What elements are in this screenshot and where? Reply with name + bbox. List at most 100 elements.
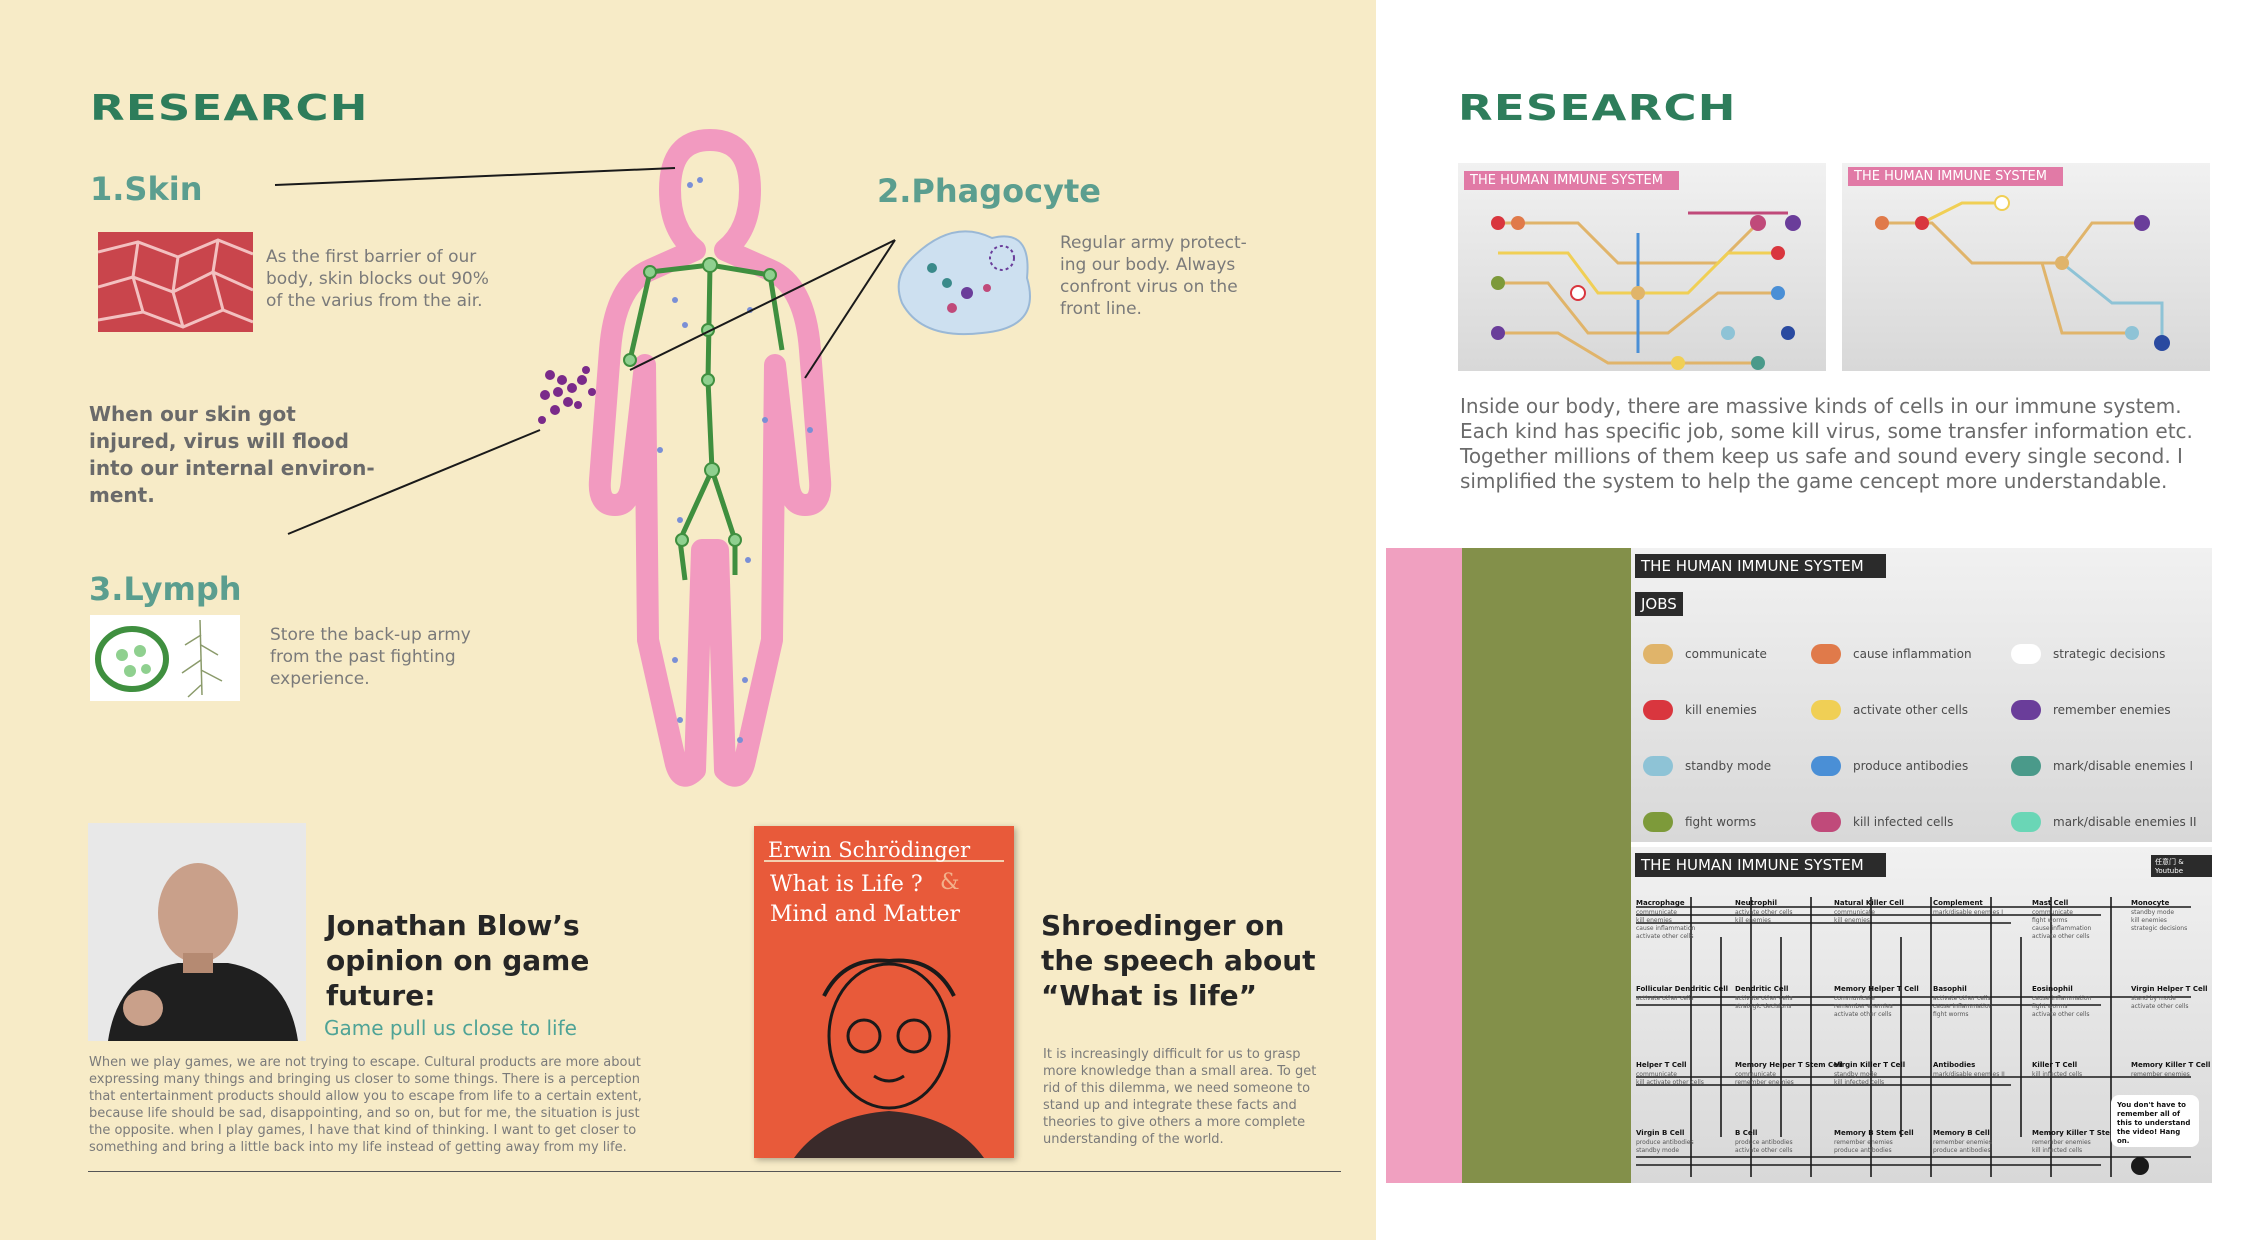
cell-role: kill enemies	[1834, 917, 1870, 924]
cell-role: cause inflammation	[2032, 995, 2092, 1002]
immune-paragraph-line: Each kind has specific job, some kill vi…	[1460, 419, 2193, 443]
blow-body-line: something and bring a little back into m…	[89, 1140, 627, 1155]
job-label: fight worms	[1685, 815, 1757, 829]
shot1-label: THE HUMAN IMMUNE SYSTEM	[1464, 171, 1679, 190]
job-label: strategic decisions	[2053, 647, 2166, 661]
cell-role: mark/disable enemies I	[1933, 909, 2004, 916]
cells-screenshot: THE HUMAN IMMUNE SYSTEM 任意门 & Youtube Ma…	[1631, 847, 2212, 1183]
job-color-swatch	[1643, 756, 1673, 776]
blow-body-line: the opposite. when I play games, I have …	[89, 1123, 637, 1138]
left-panel: RESEARCH 1.Skin As the first barrier of …	[0, 0, 1376, 1240]
blow-subtitle: Game pull us close to life	[324, 1016, 577, 1040]
cell-name: Dendritic Cell	[1735, 985, 1789, 993]
cell-name: Macrophage	[1636, 899, 1685, 907]
job-label: standby mode	[1685, 759, 1772, 773]
cell-name: Virgin Helper T Cell	[2131, 985, 2208, 993]
cell-role: mark/disable enemies II	[1933, 1071, 2005, 1078]
cell-role: cause inflammation	[1636, 925, 1696, 932]
cell-role: fight worms	[2032, 1003, 2068, 1010]
blow-title-line: future:	[326, 979, 436, 1012]
jobs-screenshot: THE HUMAN IMMUNE SYSTEM JOBS communicate…	[1631, 548, 2212, 842]
job-label: remember enemies	[2053, 703, 2171, 717]
blow-body-line: expressing many things and bringing us c…	[89, 1072, 640, 1087]
cell-role: activate other cells	[2131, 1003, 2189, 1010]
cell-role: kill infected cells	[2032, 1071, 2083, 1078]
cell-name: Monocyte	[2131, 899, 2170, 907]
blow-body-line: When we play games, we are not trying to…	[89, 1055, 641, 1070]
job-color-swatch	[2011, 756, 2041, 776]
cell-role: standby mode	[2131, 909, 2175, 916]
cell-role: kill enemies	[1735, 917, 1771, 924]
job-label: cause inflammation	[1853, 647, 1972, 661]
job-label: mark/disable enemies II	[2053, 815, 2197, 829]
divider	[88, 1171, 1341, 1172]
job-legend-item: activate other cells	[1811, 700, 1968, 720]
lymph-desc-line: from the past fighting	[270, 647, 456, 667]
book-ampersand: &	[940, 870, 960, 895]
blow-title-line: Jonathan Blow’s	[326, 909, 580, 942]
blow-title-line: opinion on game	[326, 944, 590, 977]
cell-name: B Cell	[1735, 1129, 1758, 1137]
narrator-avatar	[2131, 1157, 2149, 1175]
immune-paragraph-line: simplified the system to help the game c…	[1460, 469, 2168, 493]
job-color-swatch	[1811, 812, 1841, 832]
job-legend-item: remember enemies	[2011, 700, 2171, 720]
job-legend-item: mark/disable enemies II	[2011, 812, 2197, 832]
schrodinger-title-line: “What is life”	[1041, 979, 1258, 1012]
cell-role: standby mode	[1636, 1147, 1680, 1154]
cell-role: activate other cells	[2032, 933, 2090, 940]
immune-paragraph-line: Together millions of them keep us safe a…	[1460, 444, 2183, 468]
cell-name: Helper T Cell	[1636, 1061, 1687, 1069]
immune-map-lines-simple	[1875, 195, 2170, 351]
cell-role: remember enemies	[1834, 1139, 1893, 1146]
schrodinger-body-line: stand up and integrate these facts and	[1043, 1098, 1297, 1113]
cell-name: Killer T Cell	[2032, 1061, 2078, 1069]
cell-role: communicate	[1636, 909, 1677, 916]
immune-paragraph-line: Inside our body, there are massive kinds…	[1460, 394, 2182, 418]
cell-role: kill activate other cells	[1636, 1079, 1704, 1086]
bubble-line: the video! Hang on.	[2117, 1128, 2181, 1145]
job-legend-item: kill enemies	[1643, 700, 1757, 720]
cell-role: activate other cells	[1735, 1147, 1793, 1154]
cell-name: Virgin Killer T Cell	[1834, 1061, 1906, 1069]
brand-title-right: RESEARCH	[1458, 88, 1737, 129]
job-color-swatch	[2011, 644, 2041, 664]
cell-role: communicate	[2032, 909, 2073, 916]
cell-name: Neutrophil	[1735, 899, 1777, 907]
schrodinger-body-line: theories to give others a more complete	[1043, 1115, 1306, 1130]
immune-map-screenshot-2: THE HUMAN IMMUNE SYSTEM	[1842, 163, 2210, 371]
jobs-title: THE HUMAN IMMUNE SYSTEM	[1635, 554, 1886, 578]
blow-body: When we play games, we are not trying to…	[89, 1054, 642, 1156]
book-cover: Erwin Schrödinger What is Life ? & Mind …	[754, 826, 1014, 1158]
job-label: communicate	[1685, 647, 1767, 661]
cell-role: activate other cells	[1735, 995, 1793, 1002]
cell-role: produce antibodies	[1834, 1147, 1892, 1154]
cell-name: Mast Cell	[2032, 899, 2069, 907]
job-color-swatch	[2011, 700, 2041, 720]
cell-role: remember enemies	[2131, 1071, 2190, 1078]
shot2-label: THE HUMAN IMMUNE SYSTEM	[1848, 167, 2063, 186]
blow-title: Jonathan Blow’s opinion on game future:	[326, 908, 589, 1013]
cell-role: kill infected cells	[1834, 1079, 1885, 1086]
cell-role: stand by mode	[2131, 995, 2176, 1002]
cell-name: Memory B Stem Cell	[1834, 1129, 1914, 1137]
cell-role: strategic decisions	[1735, 1003, 1792, 1010]
cells-title: THE HUMAN IMMUNE SYSTEM	[1635, 853, 1886, 877]
jobs-label: JOBS	[1635, 592, 1683, 616]
cell-name: Memory Helper T Cell	[1834, 985, 1919, 993]
book-author: Erwin Schrödinger	[768, 838, 971, 862]
schrodinger-title-line: Shroedinger on	[1041, 909, 1285, 942]
book-title-1: What is Life ?	[770, 872, 923, 897]
cell-name: Memory Killer T Cell	[2131, 1061, 2211, 1069]
schrodinger-body: It is increasingly difficult for us to g…	[1043, 1046, 1316, 1148]
cell-name: Complement	[1933, 899, 1983, 907]
cell-name: Memory B Cell	[1933, 1129, 1990, 1137]
cell-role: standby mode	[1834, 1071, 1878, 1078]
cell-role: activate other cells	[2032, 1011, 2090, 1018]
job-color-swatch	[1811, 644, 1841, 664]
job-legend-item: communicate	[1643, 644, 1767, 664]
job-legend-item: produce antibodies	[1811, 756, 1968, 776]
cell-role: produce antibodies	[1636, 1139, 1694, 1146]
schrodinger-portrait	[794, 958, 984, 1158]
cell-role: remember enemies	[1834, 1003, 1893, 1010]
